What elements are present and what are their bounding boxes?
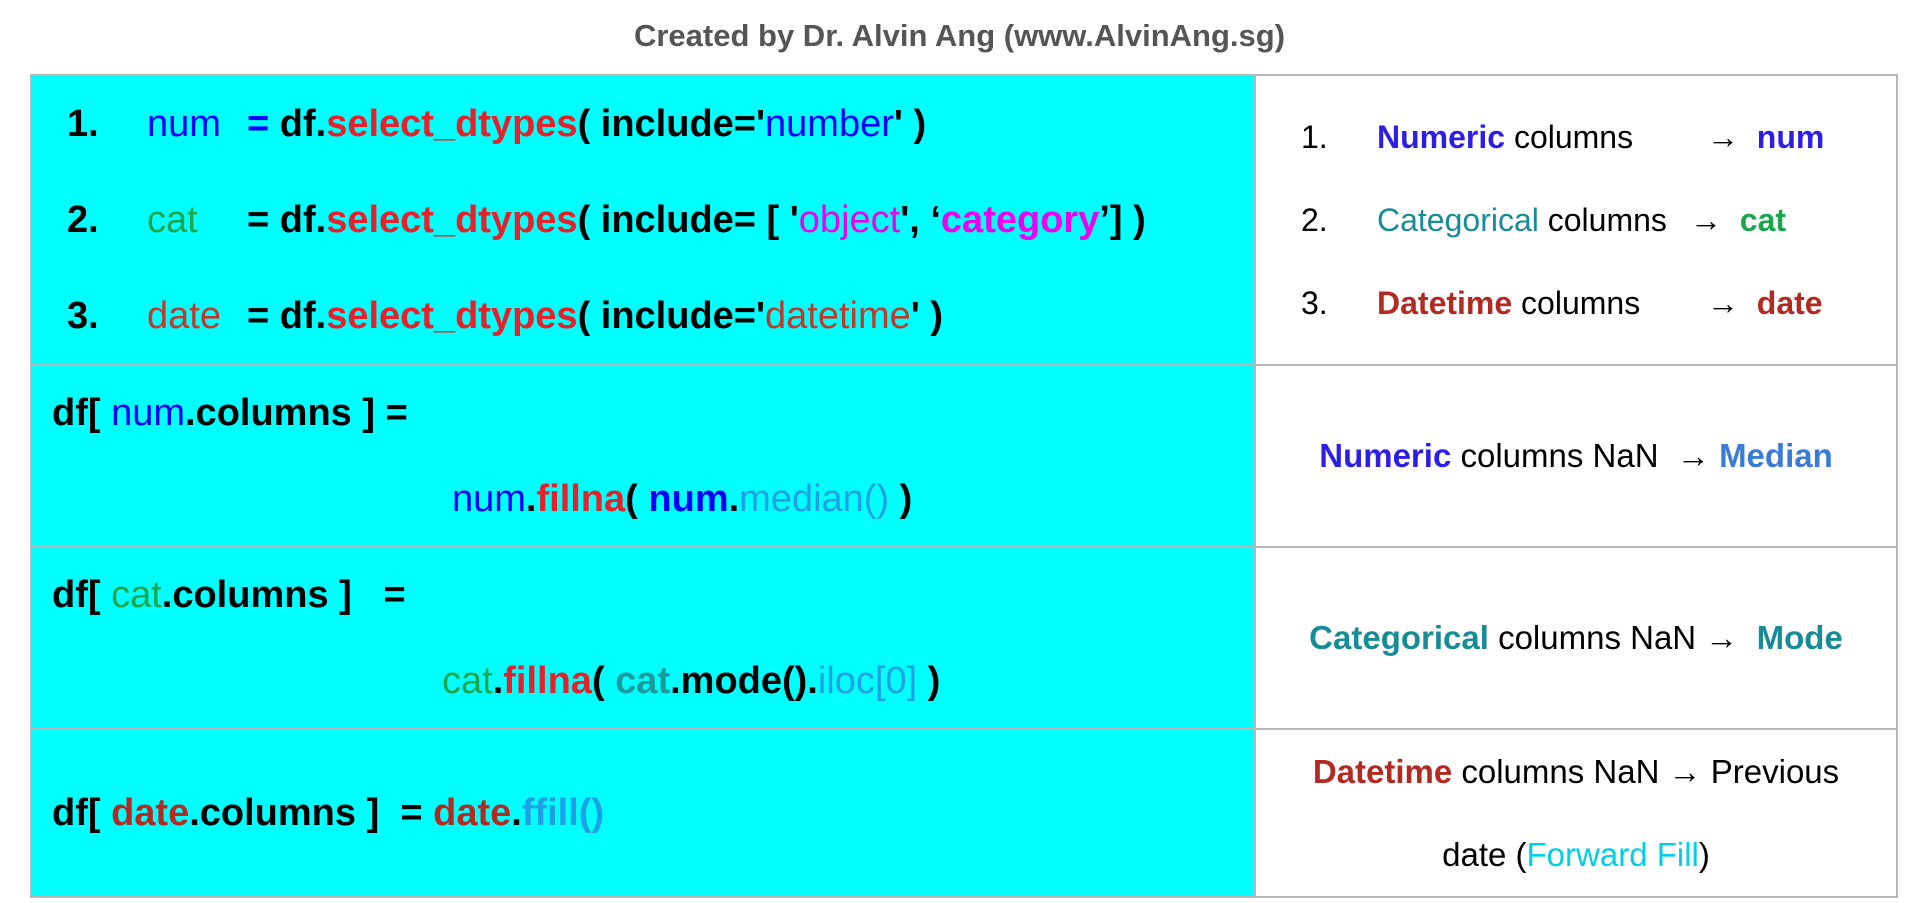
code-line-numeric-assign: df[ num.columns ] =	[52, 392, 408, 434]
desc-cell-numeric-fill: Numeric columns NaN → Median	[1254, 364, 1898, 548]
code-line-datetime-ffill: df[ date.columns ] = date.ffill()	[52, 792, 605, 834]
code-cell-numeric-fill: df[ num.columns ] = num.fillna( num.medi…	[30, 364, 1256, 548]
desc-line-datetime: 3. Datetime columns → date	[1301, 284, 1823, 321]
desc-cell-categorical-fill: Categorical columns NaN → Mode	[1254, 546, 1898, 730]
code-line-num: 1. num = df.select_dtypes( include='number…	[67, 103, 927, 145]
desc-line-categorical: 2. Categorical columns → cat	[1301, 201, 1787, 238]
cheatsheet-table: 1. num = df.select_dtypes( include='number…	[30, 74, 1898, 898]
code-line-date: 3. date = df.select_dtypes( include='datet…	[67, 295, 944, 337]
code-cell-datetime-fill: df[ date.columns ] = date.ffill()	[30, 728, 1256, 898]
code-line-cat: 2. cat = df.select_dtypes( include= [ 'obj…	[67, 199, 1146, 241]
code-line-numeric-fillna: num.fillna( num.median() )	[452, 478, 913, 520]
table-row-datetime-fill: df[ date.columns ] = date.ffill() Dateti…	[30, 728, 1898, 898]
table-row-numeric-fill: df[ num.columns ] = num.fillna( num.medi…	[30, 364, 1898, 548]
desc-datetime-line1: Datetime columns NaN → Previous	[1312, 753, 1840, 790]
desc-datetime-line2: date (Forward Fill)	[1442, 836, 1710, 873]
code-line-categorical-assign: df[ cat.columns ] =	[52, 574, 406, 616]
desc-cell-select-dtypes: 1. Numeric columns → num 2. Categorical col…	[1254, 74, 1898, 366]
table-row-select-dtypes: 1. num = df.select_dtypes( include='number…	[30, 74, 1898, 366]
table-row-categorical-fill: df[ cat.columns ] = cat.fillna( cat.mode…	[30, 546, 1898, 730]
page-title: Created by Dr. Alvin Ang (www.AlvinAng.s…	[633, 18, 1286, 53]
desc-cell-datetime-fill: Datetime columns NaN → Previous date (Fo…	[1254, 728, 1898, 898]
desc-line-numeric: 1. Numeric columns → num	[1301, 118, 1825, 155]
code-line-categorical-fillna: cat.fillna( cat.mode().iloc[0] )	[442, 660, 941, 702]
code-cell-categorical-fill: df[ cat.columns ] = cat.fillna( cat.mode…	[30, 546, 1256, 730]
code-cell-select-dtypes: 1. num = df.select_dtypes( include='number…	[30, 74, 1256, 366]
